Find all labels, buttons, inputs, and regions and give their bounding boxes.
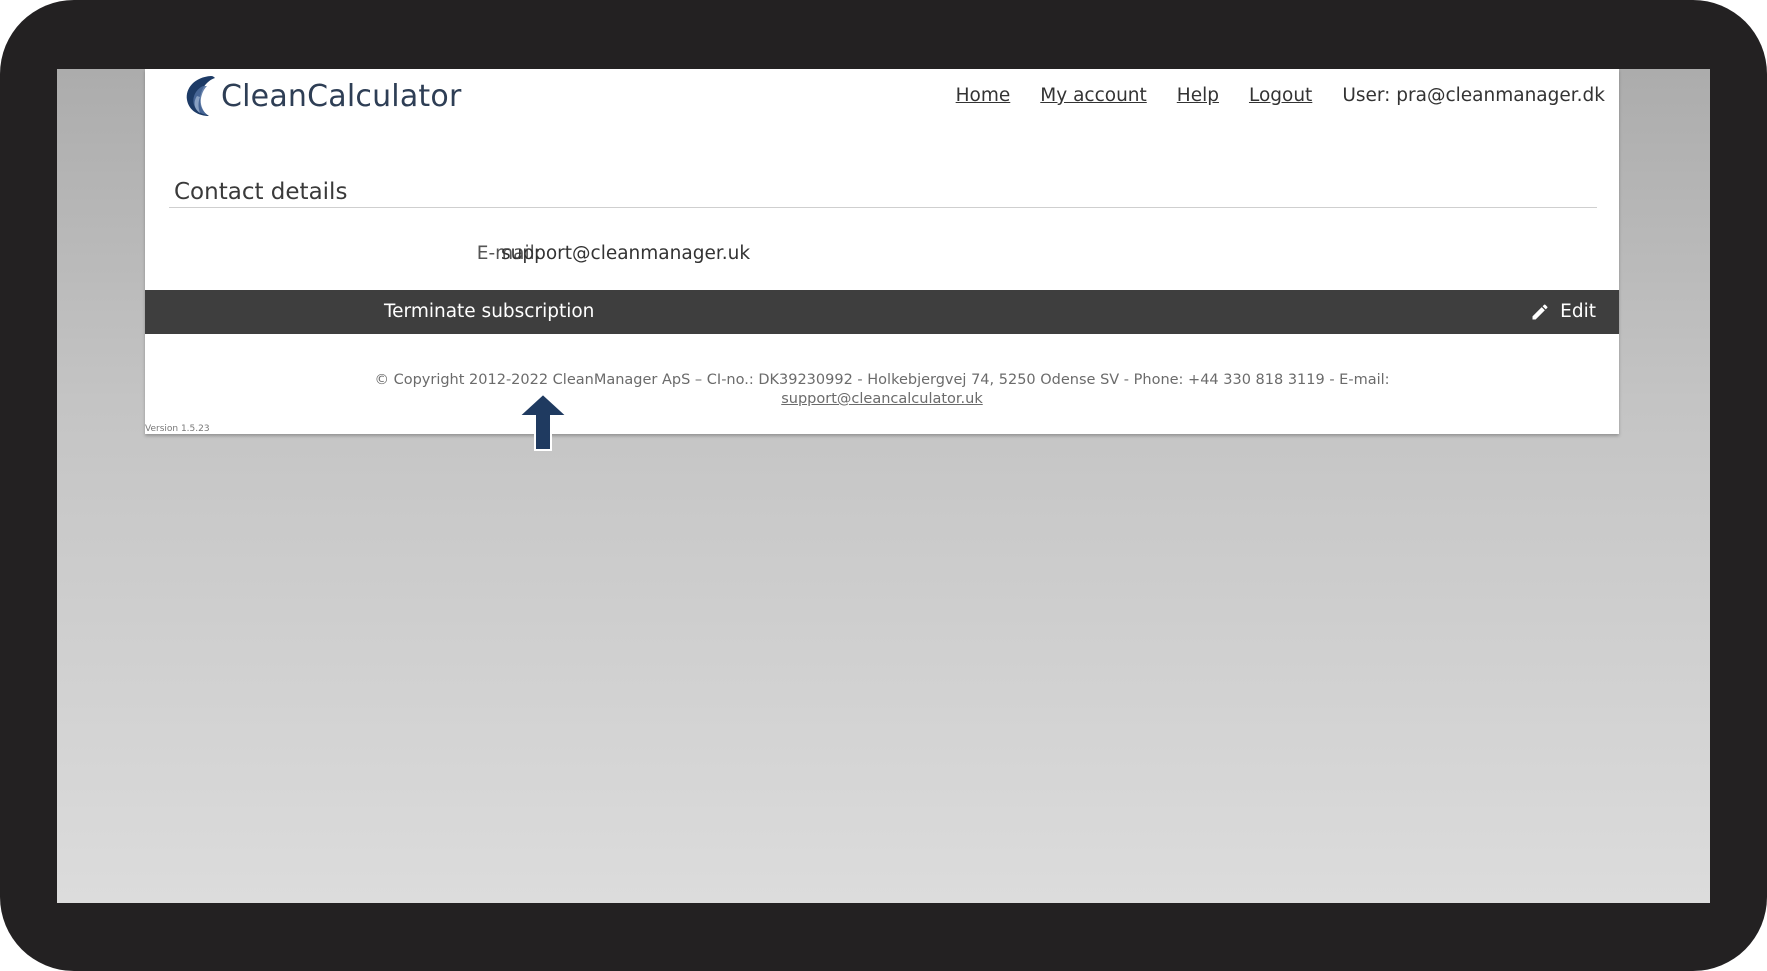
current-user: User: pra@cleanmanager.dk	[1342, 85, 1605, 106]
nav-my-account[interactable]: My account	[1040, 85, 1147, 106]
app-name: CleanCalculator	[221, 78, 462, 114]
logo-mark-icon	[186, 76, 215, 116]
edit-label: Edit	[1560, 301, 1596, 322]
top-navigation: Home My account Help Logout User: pra@cl…	[956, 85, 1605, 106]
email-value: support@cleanmanager.uk	[501, 243, 751, 264]
device-frame: CleanCalculator Home My account Help Log…	[0, 0, 1767, 971]
section-title: Contact details	[174, 179, 348, 205]
action-bar: Terminate subscription Edit	[145, 290, 1619, 334]
page-container: CleanCalculator Home My account Help Log…	[145, 69, 1619, 434]
browser-viewport: CleanCalculator Home My account Help Log…	[57, 69, 1710, 903]
nav-home[interactable]: Home	[956, 85, 1011, 106]
edit-button[interactable]: Edit	[1530, 301, 1596, 322]
footer-text: © Copyright 2012-2022 CleanManager ApS –…	[374, 372, 1390, 388]
section-divider	[169, 207, 1597, 208]
nav-help[interactable]: Help	[1177, 85, 1219, 106]
footer: © Copyright 2012-2022 CleanManager ApS –…	[145, 371, 1619, 409]
nav-logout[interactable]: Logout	[1249, 85, 1312, 106]
terminate-subscription-button[interactable]: Terminate subscription	[384, 301, 594, 322]
version-label: Version 1.5.23	[145, 424, 210, 434]
footer-email-link[interactable]: support@cleancalculator.uk	[781, 391, 983, 407]
arrow-up-icon	[517, 392, 569, 451]
app-logo[interactable]: CleanCalculator	[181, 74, 461, 118]
pencil-icon	[1532, 303, 1548, 319]
